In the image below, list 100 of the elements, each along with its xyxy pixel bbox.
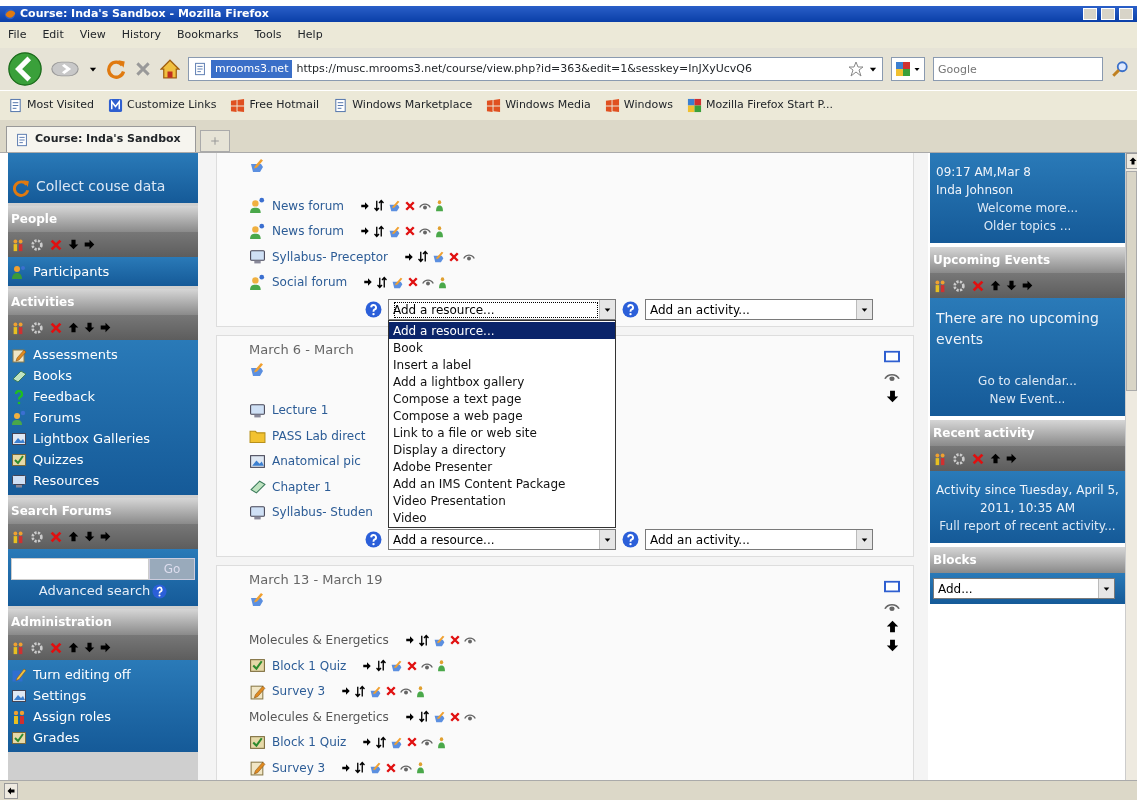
delete-icon[interactable] <box>406 736 419 749</box>
person-icon[interactable] <box>436 659 448 673</box>
dropdown-option[interactable]: Link to a file or web site <box>389 424 615 441</box>
sidebar-item[interactable]: Feedback <box>8 386 198 407</box>
sidebar-item[interactable]: Lightbox Galleries <box>8 428 198 449</box>
browser-tab[interactable]: Course: Inda's Sandbox <box>6 126 196 152</box>
person-icon[interactable] <box>434 199 446 213</box>
move-icon[interactable] <box>341 762 352 773</box>
sidebar-item[interactable]: Quizzes <box>8 449 198 470</box>
cog-icon[interactable] <box>952 451 966 466</box>
move-up-icon[interactable] <box>885 620 899 633</box>
delete-icon[interactable] <box>448 634 461 647</box>
activity-link[interactable]: Syllabus- Preceptor <box>272 247 388 266</box>
dropdown-option[interactable]: Compose a text page <box>389 390 615 407</box>
move-down-icon[interactable] <box>885 390 899 403</box>
activity-dropdown[interactable]: Add an activity... <box>645 529 873 550</box>
activity-link[interactable]: Chapter 1 <box>272 477 332 496</box>
delete-icon[interactable] <box>407 276 420 289</box>
move-icon[interactable] <box>362 660 373 671</box>
activity-link[interactable]: PASS Lab direct <box>272 426 366 445</box>
move-arrows-icon[interactable] <box>375 659 388 673</box>
move-icon[interactable] <box>360 200 371 211</box>
move-arrows-icon[interactable] <box>376 275 389 289</box>
dropdown-option[interactable]: Add an IMS Content Package <box>389 475 615 492</box>
block-link[interactable]: Go to calendar... <box>936 372 1119 390</box>
activity-dropdown[interactable]: Add an activity... <box>645 299 873 320</box>
move-arrows-icon[interactable] <box>373 224 386 238</box>
forward-button[interactable] <box>50 58 80 80</box>
move-icon[interactable] <box>404 711 415 722</box>
dropdown-option[interactable]: Add a lightbox gallery <box>389 373 615 390</box>
activity-link[interactable]: Survey 3 <box>272 682 326 701</box>
pencil-icon[interactable] <box>249 591 265 607</box>
sidebar-item[interactable]: Turn editing off <box>8 664 198 685</box>
delete-icon[interactable] <box>385 685 398 698</box>
activity-link[interactable]: Syllabus- Studen <box>272 503 373 522</box>
activity-link[interactable]: Survey 3 <box>272 758 326 777</box>
bookmark-link[interactable]: Mozilla Firefox Start P... <box>686 97 834 114</box>
sidebar-item[interactable]: Settings <box>8 685 198 706</box>
move-right-icon[interactable] <box>84 239 95 250</box>
move-icon[interactable] <box>363 277 374 288</box>
move-arrows-icon[interactable] <box>354 684 367 698</box>
menu-item[interactable]: Edit <box>42 26 64 44</box>
sidebar-item[interactable]: Books <box>8 365 198 386</box>
move-arrows-icon[interactable] <box>373 199 386 213</box>
cog-icon[interactable] <box>30 529 44 544</box>
move-down-icon[interactable] <box>885 639 899 652</box>
move-right-icon[interactable] <box>100 531 111 542</box>
block-link[interactable]: Full report of recent activity... <box>936 517 1119 535</box>
sidebar-item[interactable]: Assessments <box>8 344 198 365</box>
delete-icon[interactable] <box>385 761 398 774</box>
dropdown-option[interactable]: Add a resource... <box>389 322 615 339</box>
activity-link[interactable]: News forum <box>272 196 345 215</box>
activity-link[interactable]: Anatomical pic <box>272 452 361 471</box>
menu-item[interactable]: History <box>121 26 161 44</box>
help-icon[interactable] <box>622 301 639 318</box>
address-field[interactable]: mrooms3.net https://musc.mrooms3.net/course/view.php?id=363&edit=1&sesskey=InJXyUcvQ6 <box>188 57 883 81</box>
move-right-icon[interactable] <box>1022 280 1033 291</box>
menu-item[interactable]: Help <box>297 26 323 44</box>
move-arrows-icon[interactable] <box>375 735 388 749</box>
move-icon[interactable] <box>360 226 371 237</box>
menu-item[interactable]: File <box>8 26 27 44</box>
home-icon[interactable] <box>160 59 180 79</box>
cog-icon[interactable] <box>952 278 966 293</box>
person-icon[interactable] <box>437 275 449 289</box>
menu-item[interactable]: Bookmarks <box>177 26 239 44</box>
back-button[interactable] <box>8 52 42 86</box>
activity-link[interactable]: Lecture 1 <box>272 401 329 420</box>
bookmark-link[interactable]: Most Visited <box>8 97 94 114</box>
block-link[interactable]: New Event... <box>936 390 1119 408</box>
move-arrows-icon[interactable] <box>417 710 430 724</box>
cog-icon[interactable] <box>30 320 44 335</box>
cog-icon[interactable] <box>30 237 44 252</box>
pencil-icon[interactable] <box>249 361 265 377</box>
sidebar-item[interactable]: Resources <box>8 470 198 491</box>
sidebar-item[interactable]: Grades <box>8 727 198 748</box>
dropdown-option[interactable]: Video <box>389 509 615 526</box>
dropdown-option[interactable]: Insert a label <box>389 356 615 373</box>
highlight-icon[interactable] <box>884 580 900 594</box>
bookmark-link[interactable]: Windows <box>604 97 673 114</box>
delete-icon[interactable] <box>404 199 417 212</box>
pencil-icon[interactable] <box>249 156 265 173</box>
help-icon[interactable] <box>365 531 382 548</box>
help-icon[interactable] <box>365 301 382 318</box>
star-icon[interactable] <box>848 61 864 77</box>
dropdown-option[interactable]: Video Presentation <box>389 492 615 509</box>
move-icon[interactable] <box>404 635 415 646</box>
dropdown-option[interactable]: Book <box>389 339 615 356</box>
person-icon[interactable] <box>434 224 446 238</box>
dropdown-option[interactable]: Display a directory <box>389 441 615 458</box>
help-icon[interactable] <box>152 583 168 599</box>
move-arrows-icon[interactable] <box>417 250 429 264</box>
activity-link[interactable]: Block 1 Quiz <box>272 656 347 675</box>
menu-item[interactable]: Tools <box>254 26 282 44</box>
move-icon[interactable] <box>341 686 352 697</box>
search-icon[interactable] <box>1111 60 1129 78</box>
menu-item[interactable]: View <box>79 26 106 44</box>
search-field[interactable] <box>11 558 149 580</box>
cog-icon[interactable] <box>30 640 44 655</box>
bookmark-link[interactable]: Free Hotmail <box>230 97 320 114</box>
block-link[interactable]: Welcome more... <box>936 199 1119 217</box>
